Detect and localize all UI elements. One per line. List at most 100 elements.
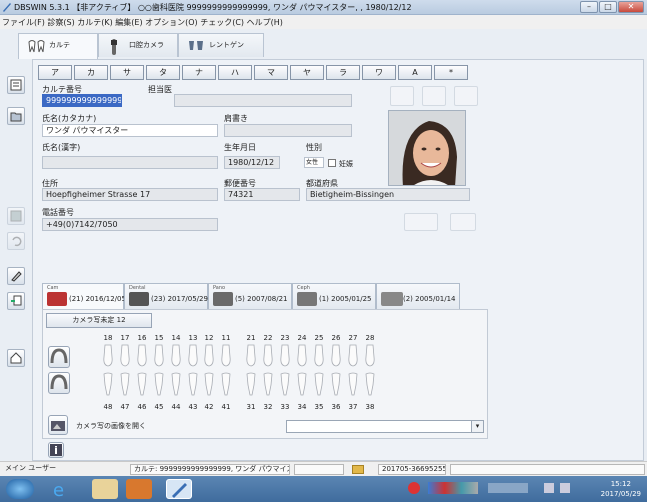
tooth[interactable] <box>261 343 275 369</box>
tab-dental-images[interactable]: Dental (23) 2017/05/29 <box>124 283 208 309</box>
ime-mode-icons[interactable] <box>488 483 528 493</box>
lower-jaw-select-button[interactable] <box>48 372 70 394</box>
save-button[interactable] <box>7 207 25 225</box>
tab-ceph-images[interactable]: Ceph (1) 2005/01/25 <box>292 283 376 309</box>
tooth[interactable] <box>312 343 326 369</box>
tooth[interactable] <box>219 343 233 369</box>
chart-no-field[interactable]: 9999999999999999 <box>42 94 122 107</box>
dbswin-task-icon[interactable] <box>166 479 192 499</box>
tooth-number: 31 <box>246 403 256 411</box>
tab-pano-images[interactable]: Pano (5) 2007/08/21 <box>208 283 292 309</box>
kana-button[interactable]: カ <box>74 65 108 80</box>
tooth[interactable] <box>186 371 200 397</box>
explorer-icon[interactable] <box>92 479 118 499</box>
tooth[interactable] <box>278 343 292 369</box>
tooth[interactable] <box>152 343 166 369</box>
tooth[interactable] <box>202 371 216 397</box>
tooth[interactable] <box>363 343 377 369</box>
tooth[interactable] <box>329 371 343 397</box>
tab-other-images[interactable]: (2) 2005/01/14 <box>376 283 460 309</box>
volume-icon[interactable] <box>560 483 570 493</box>
camera-capture-button[interactable] <box>390 86 414 106</box>
image-dropdown[interactable]: ▾ <box>286 420 484 433</box>
zip-field[interactable]: 74321 <box>224 188 300 201</box>
tooth[interactable] <box>363 371 377 397</box>
tray-language-icons[interactable] <box>428 482 478 494</box>
prefecture-field[interactable]: Bietigheim-Bissingen <box>306 188 470 201</box>
kana-button[interactable]: サ <box>110 65 144 80</box>
kana-button[interactable]: ワ <box>362 65 396 80</box>
scan-button[interactable] <box>422 86 446 106</box>
tray-alert-icon[interactable] <box>408 482 420 494</box>
open-camera-images-label[interactable]: カメラ写の画像を開く <box>76 421 146 431</box>
birth-field[interactable]: 1980/12/12 <box>224 156 280 169</box>
camera-unassigned-button[interactable]: カメラ写未定 12 <box>46 313 152 328</box>
tooth[interactable] <box>169 371 183 397</box>
tooth[interactable] <box>135 371 149 397</box>
folder-icon[interactable] <box>352 465 364 474</box>
upper-jaw-select-button[interactable] <box>48 346 70 368</box>
maximize-button[interactable]: □ <box>599 1 617 13</box>
close-button[interactable]: ✕ <box>618 1 644 13</box>
tooth[interactable] <box>278 371 292 397</box>
tooth[interactable] <box>295 343 309 369</box>
tooth[interactable] <box>346 343 360 369</box>
title-field[interactable] <box>224 124 352 137</box>
sex-select[interactable]: 女性 <box>304 157 324 168</box>
open-folder-button[interactable] <box>7 107 25 125</box>
tooth[interactable] <box>118 371 132 397</box>
address-field[interactable]: Hoepfigheimer Strasse 17 <box>42 188 218 201</box>
export-button[interactable] <box>450 213 476 231</box>
network-icon[interactable] <box>544 483 554 493</box>
kana-button[interactable]: A <box>398 65 432 80</box>
phone-field[interactable]: +49(0)7142/7050 <box>42 218 218 231</box>
home-button[interactable] <box>7 349 25 367</box>
open-images-icon-button[interactable] <box>48 415 68 435</box>
pregnant-checkbox[interactable] <box>328 159 336 167</box>
media-player-icon[interactable] <box>126 479 152 499</box>
tooth[interactable] <box>244 343 258 369</box>
kana-button[interactable]: ハ <box>218 65 252 80</box>
undo-button[interactable] <box>7 232 25 250</box>
kana-button[interactable]: ナ <box>182 65 216 80</box>
tooth[interactable] <box>346 371 360 397</box>
card-reader-button[interactable] <box>404 213 438 231</box>
tooth[interactable] <box>169 343 183 369</box>
browser-icon[interactable]: e <box>48 479 74 501</box>
kana-button[interactable]: ラ <box>326 65 360 80</box>
tab-chart[interactable]: カルテ <box>18 33 98 59</box>
kana-button[interactable]: * <box>434 65 468 80</box>
kana-name-field[interactable]: ワンダ パウマイスター <box>42 124 218 137</box>
kana-button[interactable]: タ <box>146 65 180 80</box>
tooth[interactable] <box>135 343 149 369</box>
system-clock[interactable]: 15:12 2017/05/29 <box>601 479 641 499</box>
tooth[interactable] <box>312 371 326 397</box>
info-button[interactable] <box>48 442 64 458</box>
kana-button[interactable]: マ <box>254 65 288 80</box>
tooth[interactable] <box>329 343 343 369</box>
tab-cam-images[interactable]: Cam (21) 2016/12/05 <box>42 283 126 309</box>
menu-items[interactable]: ファイル(F) 診察(S) カルテ(K) 編集(E) オプション(O) チェック… <box>2 17 283 28</box>
edit-button[interactable] <box>7 267 25 285</box>
doctor-field[interactable] <box>174 94 352 107</box>
tab-intraoral-camera[interactable]: 口腔カメラ <box>98 33 178 57</box>
tooth[interactable] <box>244 371 258 397</box>
tooth[interactable] <box>152 371 166 397</box>
start-button[interactable] <box>6 479 34 499</box>
kana-button[interactable]: ア <box>38 65 72 80</box>
tab-xray[interactable]: レントゲン <box>178 33 264 57</box>
tooth[interactable] <box>118 343 132 369</box>
chart-list-button[interactable] <box>7 76 25 94</box>
minimize-button[interactable]: – <box>580 1 598 13</box>
tooth[interactable] <box>261 371 275 397</box>
tooth[interactable] <box>186 343 200 369</box>
import-button[interactable] <box>7 292 25 310</box>
tooth[interactable] <box>101 343 115 369</box>
tooth[interactable] <box>101 371 115 397</box>
tooth[interactable] <box>295 371 309 397</box>
tooth[interactable] <box>202 343 216 369</box>
tooth[interactable] <box>219 371 233 397</box>
photo-delete-button[interactable] <box>454 86 478 106</box>
kanji-name-field[interactable] <box>42 156 218 169</box>
kana-button[interactable]: ヤ <box>290 65 324 80</box>
